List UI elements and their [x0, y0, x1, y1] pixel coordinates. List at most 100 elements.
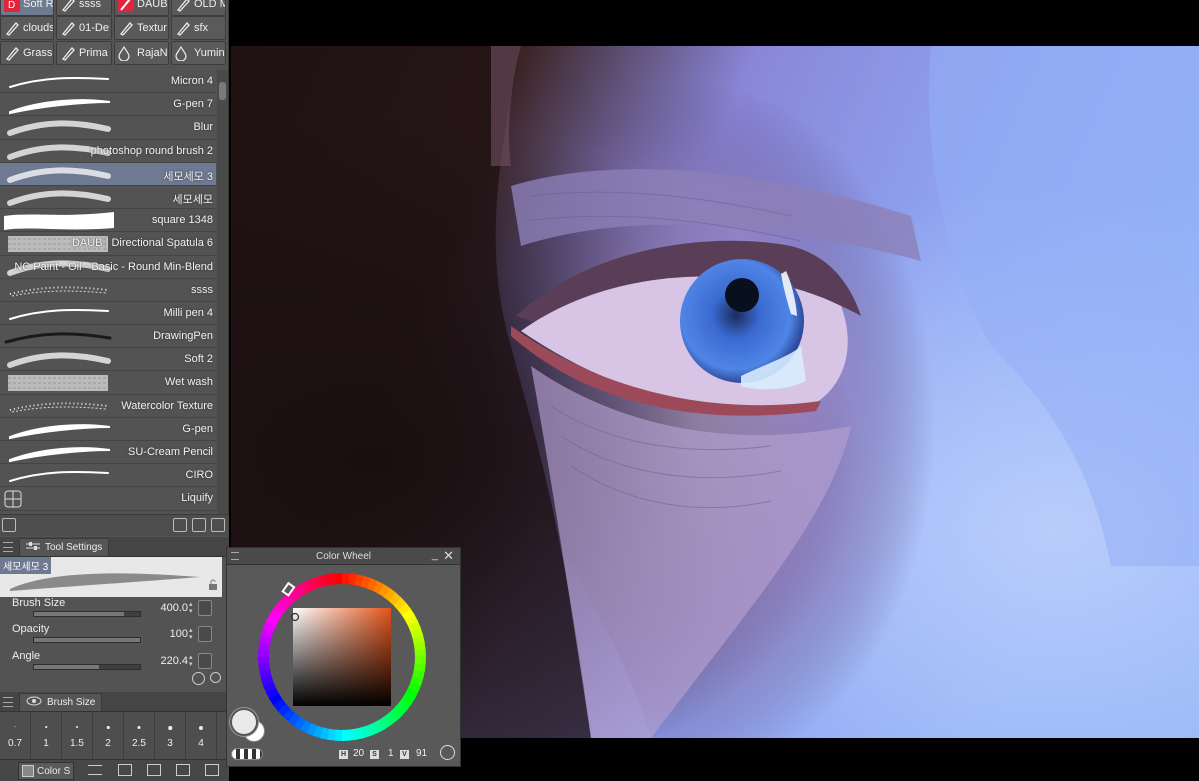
minimize-button[interactable]: _ [432, 549, 438, 561]
brush-stroke-preview [9, 471, 109, 483]
scrollbar-thumb[interactable] [219, 82, 226, 100]
setting-slider[interactable] [33, 611, 141, 617]
svg-text:D: D [8, 0, 15, 11]
setting-label: Angle [12, 650, 41, 662]
brush-list-scrollbar[interactable] [217, 70, 228, 514]
brush-list-item[interactable]: ssss [0, 278, 216, 302]
subtool-tab-yumin[interactable]: Yumin [171, 41, 226, 65]
trash-icon[interactable] [211, 518, 225, 532]
subtool-settings-icon[interactable] [2, 518, 16, 532]
pen-nib-icon [60, 45, 76, 61]
setting-row-angle: Angle 220.4 ▴ ▾ [0, 650, 222, 676]
setting-slider[interactable] [33, 664, 141, 670]
spinner-arrows-icon[interactable]: ▴ ▾ [189, 627, 196, 641]
setting-value[interactable]: 100 [170, 628, 188, 640]
sliders-icon[interactable] [88, 765, 102, 775]
panel-grip-icon[interactable] [3, 696, 13, 707]
brush-name: DAUB | Directional Spatula 6 [71, 237, 213, 250]
hue-segment [414, 655, 426, 665]
close-button[interactable]: ✕ [443, 548, 454, 564]
brush-list-item[interactable]: 세모세모 [0, 185, 216, 210]
brush-list-item[interactable]: square 1348 [0, 209, 216, 233]
color-wheel[interactable] [227, 565, 460, 745]
pen-nib-icon [4, 20, 20, 36]
grid-icon[interactable] [205, 764, 219, 776]
magnifier-icon[interactable] [210, 672, 221, 683]
brush-stroke-preview [9, 423, 111, 440]
brush-size-preset[interactable]: 1 [31, 712, 62, 759]
brush-list-item[interactable]: Watercolor Texture [0, 394, 216, 418]
brush-list-item[interactable]: Wet wash [0, 371, 216, 395]
tab-brush-size[interactable]: Brush Size [19, 692, 103, 711]
brush-list-item[interactable]: Liquify [0, 487, 216, 511]
brush-list-item[interactable]: Soft 2 [0, 348, 216, 372]
subtool-tab-sfx[interactable]: sfx [171, 16, 226, 40]
brush-list-item[interactable]: CIRO [0, 464, 216, 488]
brush-stroke-preview [9, 308, 109, 320]
brush-list-item[interactable]: DrawingPen [0, 325, 216, 349]
brush-list-item[interactable]: SU-Cream Pencil [0, 441, 216, 465]
brush-size-preset[interactable]: 4 [186, 712, 217, 759]
brush-list-item[interactable]: G-pen 7 [0, 93, 216, 117]
approx-color-icon[interactable] [147, 764, 161, 776]
brush-list-item[interactable]: 세모세모 3 [0, 162, 216, 186]
setting-value[interactable]: 220.4 [160, 655, 188, 667]
brush-list-item[interactable]: NC Paint - Oil - Basic - Round Min-Blend [0, 255, 216, 279]
brush-stroke-preview [8, 375, 108, 392]
subtool-tab-old-m[interactable]: OLD M [171, 0, 226, 16]
brush-name: Milli pen 4 [163, 306, 213, 319]
subtool-tab-soft-r[interactable]: D Soft R [0, 0, 54, 16]
history-icon[interactable] [176, 764, 190, 776]
download-icon[interactable] [198, 626, 212, 642]
brush-name: photoshop round brush 2 [90, 144, 213, 157]
subtool-tab-daub[interactable]: DAUB [114, 0, 169, 16]
subtool-tab-grass[interactable]: Grass [0, 41, 54, 65]
brush-list-item[interactable]: Blur [0, 116, 216, 140]
spinner-arrows-icon[interactable]: ▴ ▾ [189, 601, 196, 615]
brush-stroke-preview [4, 490, 22, 508]
pen-nib-icon [4, 45, 20, 61]
main-color-swatch[interactable] [230, 708, 258, 736]
brush-name: 세모세모 3 [163, 170, 213, 183]
subtool-tab-textur[interactable]: Textur [114, 16, 169, 40]
spinner-arrows-icon[interactable]: ▴ ▾ [189, 654, 196, 668]
size-value: 2.5 [132, 738, 146, 749]
tab-tool-settings[interactable]: Tool Settings [19, 537, 110, 556]
duplicate-subtool-icon[interactable] [192, 518, 206, 532]
panel-grip-icon[interactable] [3, 541, 13, 552]
s-label: S [370, 750, 379, 759]
color-wheel-titlebar[interactable]: Color Wheel _ ✕ [227, 548, 460, 565]
color-mode-toggle-icon[interactable] [440, 745, 455, 760]
brush-name: Liquify [181, 492, 213, 505]
brush-name: square 1348 [151, 214, 213, 227]
brush-stroke-preview [9, 447, 111, 463]
brush-size-preset[interactable]: 0.7 [0, 712, 31, 759]
brush-name: Blur [193, 121, 213, 134]
subtool-tab-prima[interactable]: Prima [56, 41, 112, 65]
brush-list-item[interactable]: DAUB | Directional Spatula 6 [0, 232, 216, 256]
transparent-color-swatch[interactable] [231, 748, 263, 760]
reset-icon[interactable] [192, 672, 205, 685]
bottom-panel-tabs: Color S [0, 759, 229, 781]
subtool-tab-clouds[interactable]: clouds [0, 16, 54, 40]
brush-size-preset[interactable]: 1.5 [62, 712, 93, 759]
download-subtool-icon[interactable] [173, 518, 187, 532]
brush-list-item[interactable]: Micron 4 [0, 70, 216, 94]
brush-list-item[interactable]: G-pen [0, 417, 216, 441]
pen-pressure-icon[interactable] [198, 653, 212, 669]
brush-size-preset[interactable]: 2 [93, 712, 124, 759]
tab-color-set[interactable]: Color S [18, 762, 75, 780]
brush-list-item[interactable]: Milli pen 4 [0, 301, 216, 326]
subtool-tab-rajan[interactable]: RajaN [114, 41, 169, 65]
gradient-icon[interactable] [118, 764, 132, 776]
subtool-tab-01-de[interactable]: 01-De [56, 16, 112, 40]
setting-value[interactable]: 400.0 [160, 602, 188, 614]
setting-slider[interactable] [33, 637, 141, 643]
brush-size-preset[interactable]: 3 [155, 712, 186, 759]
subtool-tab-ssss[interactable]: ssss [56, 0, 112, 16]
lock-icon[interactable] [208, 579, 218, 594]
brush-list-item[interactable]: photoshop round brush 2 [0, 139, 216, 163]
tool-settings-panel: 세모세모 3 Brush Size 400.0 ▴ ▾ Opacity 100 ▴ ▾ Angl… [0, 557, 229, 689]
pressure-toggle-icon[interactable] [198, 600, 212, 616]
brush-size-preset[interactable]: 2.5 [124, 712, 155, 759]
